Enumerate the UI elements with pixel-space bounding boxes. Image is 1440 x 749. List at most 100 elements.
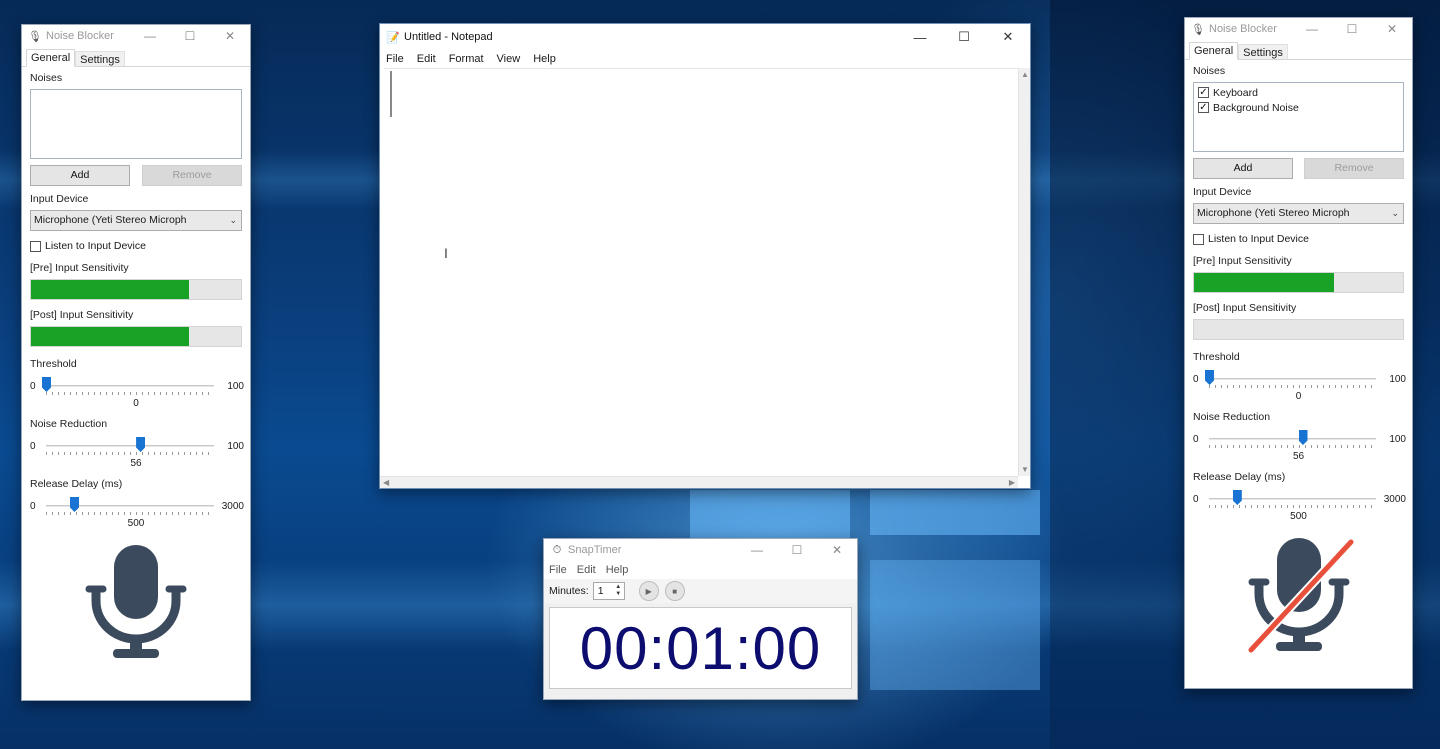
slider-track — [46, 385, 214, 387]
post-sensitivity-meter — [30, 326, 242, 347]
listen-checkbox-row[interactable]: Listen to Input Device — [1193, 232, 1404, 246]
minimize-button[interactable]: — — [1292, 22, 1332, 36]
noises-list[interactable]: ✓ Keyboard ✓ Background Noise — [1193, 82, 1404, 152]
minimize-button[interactable]: — — [898, 30, 942, 45]
noise-reduction-label: Noise Reduction — [30, 418, 108, 430]
horizontal-scrollbar[interactable]: ◀ ▶ — [380, 476, 1018, 488]
window-title: SnapTimer — [568, 544, 622, 556]
tab-settings[interactable]: Settings — [75, 51, 125, 66]
slider-ticks — [1209, 505, 1376, 508]
mic-status[interactable] — [30, 541, 242, 661]
tab-general[interactable]: General — [26, 49, 76, 67]
noises-list[interactable] — [30, 89, 242, 159]
noise-checkbox[interactable]: ✓ — [1198, 87, 1209, 98]
slider-thumb[interactable] — [1205, 370, 1214, 385]
play-button[interactable]: ▶ — [638, 581, 659, 601]
maximize-button[interactable]: ☐ — [942, 29, 986, 45]
mic-status[interactable] — [1193, 534, 1404, 654]
snaptimer-window: ⏱ SnapTimer — ☐ ✕ File Edit Help Minutes… — [543, 538, 858, 700]
listen-checkbox[interactable] — [1193, 233, 1204, 245]
remove-button[interactable]: Remove — [142, 165, 242, 186]
scroll-right-icon[interactable]: ▶ — [1009, 478, 1015, 487]
minutes-value: 1 — [597, 585, 604, 597]
stepper-arrows-icon[interactable]: ▲ ▼ — [614, 584, 623, 598]
input-device-select[interactable]: Microphone (Yeti Stereo Microph ⌄ — [1193, 203, 1404, 224]
threshold-min: 0 — [1193, 374, 1199, 385]
release-delay-slider[interactable]: 0 3000 — [30, 495, 244, 517]
post-sensitivity-meter — [1193, 319, 1404, 340]
menu-view[interactable]: View — [497, 53, 521, 65]
threshold-label: Threshold — [1193, 351, 1240, 363]
add-button[interactable]: Add — [1193, 158, 1293, 179]
slider-thumb[interactable] — [1232, 490, 1242, 505]
menu-format[interactable]: Format — [449, 53, 484, 65]
text-editor[interactable]: I — [384, 68, 1018, 474]
minimize-button[interactable]: — — [130, 29, 170, 43]
scroll-down-icon[interactable]: ▼ — [1021, 465, 1029, 474]
close-button[interactable]: ✕ — [1372, 22, 1412, 36]
slider-thumb[interactable] — [136, 437, 146, 452]
release-delay-max: 3000 — [1383, 494, 1406, 505]
noise-reduction-slider[interactable]: 0 100 — [30, 435, 244, 457]
close-button[interactable]: ✕ — [817, 543, 857, 557]
list-item[interactable]: ✓ Background Noise — [1198, 100, 1399, 115]
tab-settings[interactable]: Settings — [1238, 44, 1288, 59]
noise-reduction-value: 56 — [130, 458, 142, 469]
menu-file[interactable]: File — [549, 564, 567, 576]
microphone-app-icon: 🎙 — [1191, 23, 1205, 36]
input-device-label: Input Device — [30, 193, 89, 205]
list-item[interactable]: ✓ Keyboard — [1198, 85, 1399, 100]
post-sensitivity-label: [Post] Input Sensitivity — [1193, 302, 1297, 314]
slider-track — [1209, 378, 1376, 380]
input-device-select[interactable]: Microphone (Yeti Stereo Microph ⌄ — [30, 210, 242, 231]
listen-label: Listen to Input Device — [1208, 233, 1309, 245]
pre-sensitivity-label: [Pre] Input Sensitivity — [30, 262, 129, 274]
slider-thumb[interactable] — [1298, 430, 1308, 445]
menu-edit[interactable]: Edit — [417, 53, 436, 65]
slider-thumb[interactable] — [42, 377, 51, 392]
release-delay-min: 0 — [1193, 494, 1199, 505]
slider-thumb[interactable] — [70, 497, 79, 512]
maximize-button[interactable]: ☐ — [1332, 22, 1372, 36]
remove-button[interactable]: Remove — [1304, 158, 1404, 179]
menu-bar: File Edit Help — [544, 561, 857, 579]
threshold-slider[interactable]: 0 100 — [1193, 368, 1406, 390]
scroll-left-icon[interactable]: ◀ — [383, 478, 389, 487]
noise-checkbox[interactable]: ✓ — [1198, 102, 1209, 113]
ibeam-cursor-icon: I — [444, 245, 448, 261]
menu-edit[interactable]: Edit — [577, 564, 596, 576]
windows-logo-pane — [870, 490, 1040, 535]
vertical-scrollbar[interactable]: ▲ ▼ — [1018, 68, 1030, 476]
menu-file[interactable]: File — [386, 53, 404, 65]
add-button[interactable]: Add — [30, 165, 130, 186]
notepad-window: 📝 Untitled - Notepad — ☐ ✕ File Edit For… — [379, 23, 1031, 489]
menu-help[interactable]: Help — [606, 564, 629, 576]
close-button[interactable]: ✕ — [210, 29, 250, 43]
minutes-stepper[interactable]: 1 ▲ ▼ — [592, 582, 625, 600]
title-bar[interactable]: ⏱ SnapTimer — ☐ ✕ — [544, 539, 857, 561]
release-delay-label: Release Delay (ms) — [30, 478, 123, 490]
maximize-button[interactable]: ☐ — [170, 29, 210, 43]
stop-button[interactable]: ■ — [664, 581, 685, 601]
title-bar[interactable]: 📝 Untitled - Notepad — ☐ ✕ — [380, 24, 1030, 50]
menu-help[interactable]: Help — [533, 53, 556, 65]
pre-sensitivity-label: [Pre] Input Sensitivity — [1193, 255, 1292, 267]
noise-reduction-slider[interactable]: 0 100 — [1193, 428, 1406, 450]
listen-checkbox[interactable] — [30, 240, 41, 252]
noise-label: Keyboard — [1213, 86, 1258, 99]
title-bar[interactable]: 🎙 Noise Blocker — ☐ ✕ — [22, 25, 250, 47]
windows-logo-pane — [690, 490, 850, 540]
input-device-value: Microphone (Yeti Stereo Microph — [1197, 207, 1350, 219]
release-delay-slider[interactable]: 0 3000 — [1193, 488, 1406, 510]
chevron-down-icon: ⌄ — [229, 215, 237, 225]
tab-general[interactable]: General — [1189, 42, 1239, 60]
listen-checkbox-row[interactable]: Listen to Input Device — [30, 239, 242, 253]
close-button[interactable]: ✕ — [986, 29, 1030, 45]
threshold-slider[interactable]: 0 100 — [30, 375, 244, 397]
timer-display: 00:01:00 — [549, 607, 852, 689]
title-bar[interactable]: 🎙 Noise Blocker — ☐ ✕ — [1185, 18, 1412, 40]
minimize-button[interactable]: — — [737, 543, 777, 557]
scroll-up-icon[interactable]: ▲ — [1021, 70, 1029, 79]
input-device-label: Input Device — [1193, 186, 1252, 198]
maximize-button[interactable]: ☐ — [777, 543, 817, 557]
